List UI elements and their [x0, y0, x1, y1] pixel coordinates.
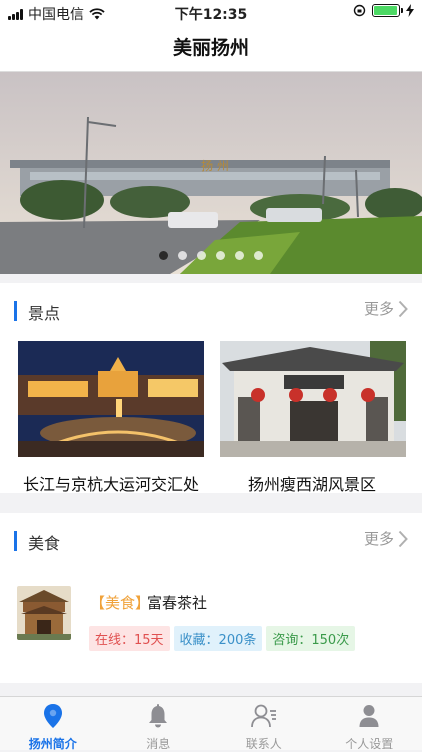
carousel-dot[interactable] — [197, 251, 206, 260]
tab-profile[interactable]: 个人设置 — [317, 697, 422, 750]
tab-label: 扬州简介 — [0, 735, 106, 752]
user-icon — [358, 703, 380, 729]
banner-sign: 扬 州 — [201, 158, 229, 173]
food-title: 美食 — [28, 530, 60, 554]
tab-label: 个人设置 — [317, 735, 422, 752]
scenic-section: 景点 更多 — [0, 283, 422, 493]
status-bar: 中国电信 下午12:35 — [0, 0, 422, 26]
bell-icon — [147, 703, 169, 729]
scenic-image-canal — [18, 341, 204, 457]
nav-bar: 美丽扬州 — [0, 26, 422, 72]
food-thumbnail — [17, 586, 71, 640]
food-more-link[interactable]: 更多 — [364, 528, 408, 549]
scenic-name: 长江与京杭大运河交汇处 — [11, 471, 211, 495]
scenic-name: 扬州瘦西湖风景区 — [212, 471, 412, 495]
food-list-item[interactable]: 【美食】 富春茶社 在线：15天 收藏：200条 咨询：150次 — [0, 581, 422, 681]
tab-bar: 扬州简介 消息 联系人 个人设置 — [0, 696, 422, 750]
food-name: 富春茶社 — [147, 592, 207, 613]
page-title: 美丽扬州 — [0, 26, 422, 70]
chevron-right-icon — [398, 530, 408, 548]
scenic-more-label: 更多 — [364, 298, 394, 319]
chevron-right-icon — [398, 300, 408, 318]
scenic-header: 景点 更多 — [0, 283, 422, 339]
food-category-tag: 【美食】 — [90, 592, 150, 613]
consult-badge: 咨询：150次 — [266, 626, 355, 651]
tab-messages[interactable]: 消息 — [106, 697, 212, 750]
banner-carousel[interactable]: 扬 州 — [0, 72, 422, 274]
food-more-label: 更多 — [364, 528, 394, 549]
banner-image: 扬 州 — [0, 72, 422, 274]
scenic-accent-bar — [14, 301, 17, 321]
food-accent-bar — [14, 531, 17, 551]
online-days-badge: 在线：15天 — [89, 626, 170, 651]
tab-contacts[interactable]: 联系人 — [211, 697, 317, 750]
carousel-dots — [0, 251, 422, 260]
tab-label: 消息 — [106, 735, 212, 752]
scenic-title: 景点 — [28, 300, 60, 324]
carousel-dot[interactable] — [254, 251, 263, 260]
status-right — [353, 4, 414, 17]
location-pin-icon — [42, 703, 64, 729]
contacts-icon — [250, 703, 278, 729]
favorites-badge: 收藏：200条 — [174, 626, 263, 651]
carousel-dot[interactable] — [178, 251, 187, 260]
carousel-dot[interactable] — [216, 251, 225, 260]
charging-icon — [406, 4, 414, 17]
scenic-more-link[interactable]: 更多 — [364, 298, 408, 319]
food-header: 美食 更多 — [0, 513, 422, 569]
scenic-image-slender-west-lake — [220, 341, 406, 457]
tab-label: 联系人 — [211, 735, 317, 752]
orientation-lock-icon — [353, 4, 366, 17]
carousel-dot[interactable] — [159, 251, 168, 260]
battery-icon — [372, 4, 400, 17]
tab-intro[interactable]: 扬州简介 — [0, 697, 106, 750]
carousel-dot[interactable] — [235, 251, 244, 260]
food-section: 美食 更多 【美食】 富春茶社 在线：15天 收藏：200条 咨询：150 — [0, 513, 422, 683]
food-stats: 在线：15天 收藏：200条 咨询：150次 — [89, 626, 355, 651]
